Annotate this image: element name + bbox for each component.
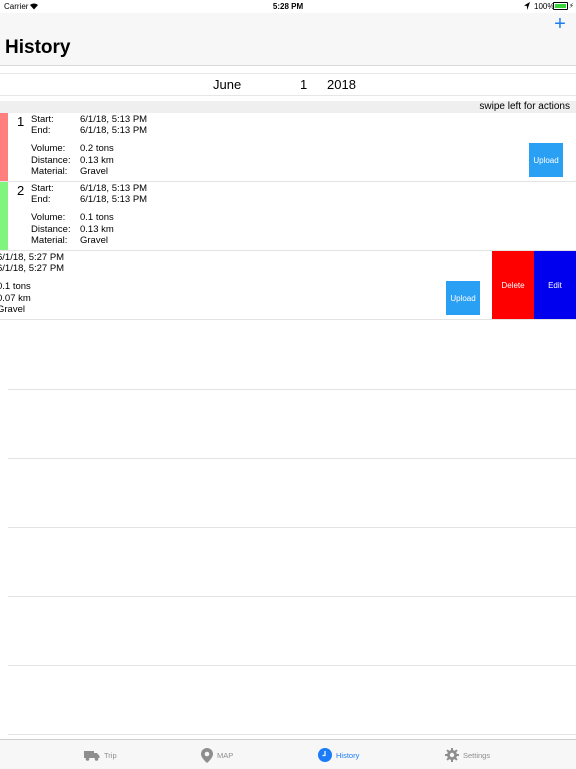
clock-icon [318,748,332,762]
trip-row[interactable]: 2 Start: 6/1/18, 5:13 PM End: 6/1/18, 5:… [0,182,576,251]
end-value: 6/1/18, 5:13 PM [80,125,148,136]
trip-color-stripe [0,182,8,250]
material-label: Material: [31,166,68,177]
start-value: 6/1/18, 5:13 PM [80,183,148,194]
swipe-hint-text: swipe left for actions [479,101,570,112]
tab-history-label: History [336,750,360,760]
end-label: End: [31,194,51,205]
edit-button[interactable]: Edit [534,251,576,319]
date-picker[interactable]: June 1 2018 [0,73,576,96]
empty-row-separator [8,458,576,459]
empty-row-separator [8,389,576,390]
trip-row-swiped[interactable]: 6/1/18, 5:27 PM 6/1/18, 5:27 PM 0.1 tons… [0,251,576,320]
date-picker-year[interactable]: 2018 [327,77,356,92]
material-label: Material: [31,235,68,246]
material-value: Gravel [0,304,25,315]
truck-icon [84,750,100,761]
date-picker-month[interactable]: June [213,77,241,92]
volume-label: Volume: [31,143,66,154]
delete-button[interactable]: Delete [492,251,534,319]
navigation-bar: + History [0,13,576,66]
start-value: 6/1/18, 5:27 PM [0,252,65,263]
start-value: 6/1/18, 5:13 PM [80,114,148,125]
trip-row[interactable]: 1 Start: 6/1/18, 5:13 PM End: 6/1/18, 5:… [0,113,576,182]
tab-settings[interactable]: Settings [445,747,490,763]
material-value: Gravel [80,235,108,246]
tab-trip-label: Trip [104,750,117,760]
distance-value: 0.13 km [80,155,114,166]
distance-value: 0.07 km [0,293,31,304]
tab-trip[interactable]: Trip [84,747,117,763]
upload-button[interactable]: Upload [529,143,563,177]
material-value: Gravel [80,166,108,177]
tab-history[interactable]: History [318,747,359,763]
page-title: History [5,37,71,58]
volume-value: 0.2 tons [80,143,114,154]
trip-index: 1 [17,114,25,129]
tab-bar: Trip MAP History Settings [0,739,576,769]
start-label: Start: [31,183,54,194]
map-pin-icon [201,747,213,763]
battery-percent: 100% [534,2,555,11]
volume-value: 0.1 tons [80,212,114,223]
upload-button[interactable]: Upload [446,281,480,315]
distance-label: Distance: [31,224,71,235]
tab-map[interactable]: MAP [201,747,233,763]
trip-color-stripe [0,113,8,181]
tab-settings-label: Settings [463,750,491,760]
empty-row-separator [8,596,576,597]
volume-value: 0.1 tons [0,281,31,292]
trip-index: 2 [17,183,25,198]
end-value: 6/1/18, 5:27 PM [0,263,65,274]
distance-label: Distance: [31,155,71,166]
distance-value: 0.13 km [80,224,114,235]
empty-row-separator [8,734,576,735]
status-time: 5:28 PM [272,2,304,11]
gear-icon [445,748,459,762]
start-label: Start: [31,114,54,125]
date-picker-day[interactable]: 1 [300,77,307,92]
add-trip-button[interactable]: + [550,14,570,34]
empty-row-separator [8,527,576,528]
status-bar: Carrier 5:28 PM 100% ⚡ [0,0,576,13]
battery-icon [553,2,568,10]
swipe-hint-bar: swipe left for actions [0,101,576,113]
volume-label: Volume: [31,212,66,223]
end-label: End: [31,125,51,136]
end-value: 6/1/18, 5:13 PM [80,194,148,205]
location-arrow-icon [524,2,530,10]
charging-bolt-icon: ⚡ [569,3,574,10]
tab-map-label: MAP [217,750,234,760]
empty-row-separator [8,665,576,666]
